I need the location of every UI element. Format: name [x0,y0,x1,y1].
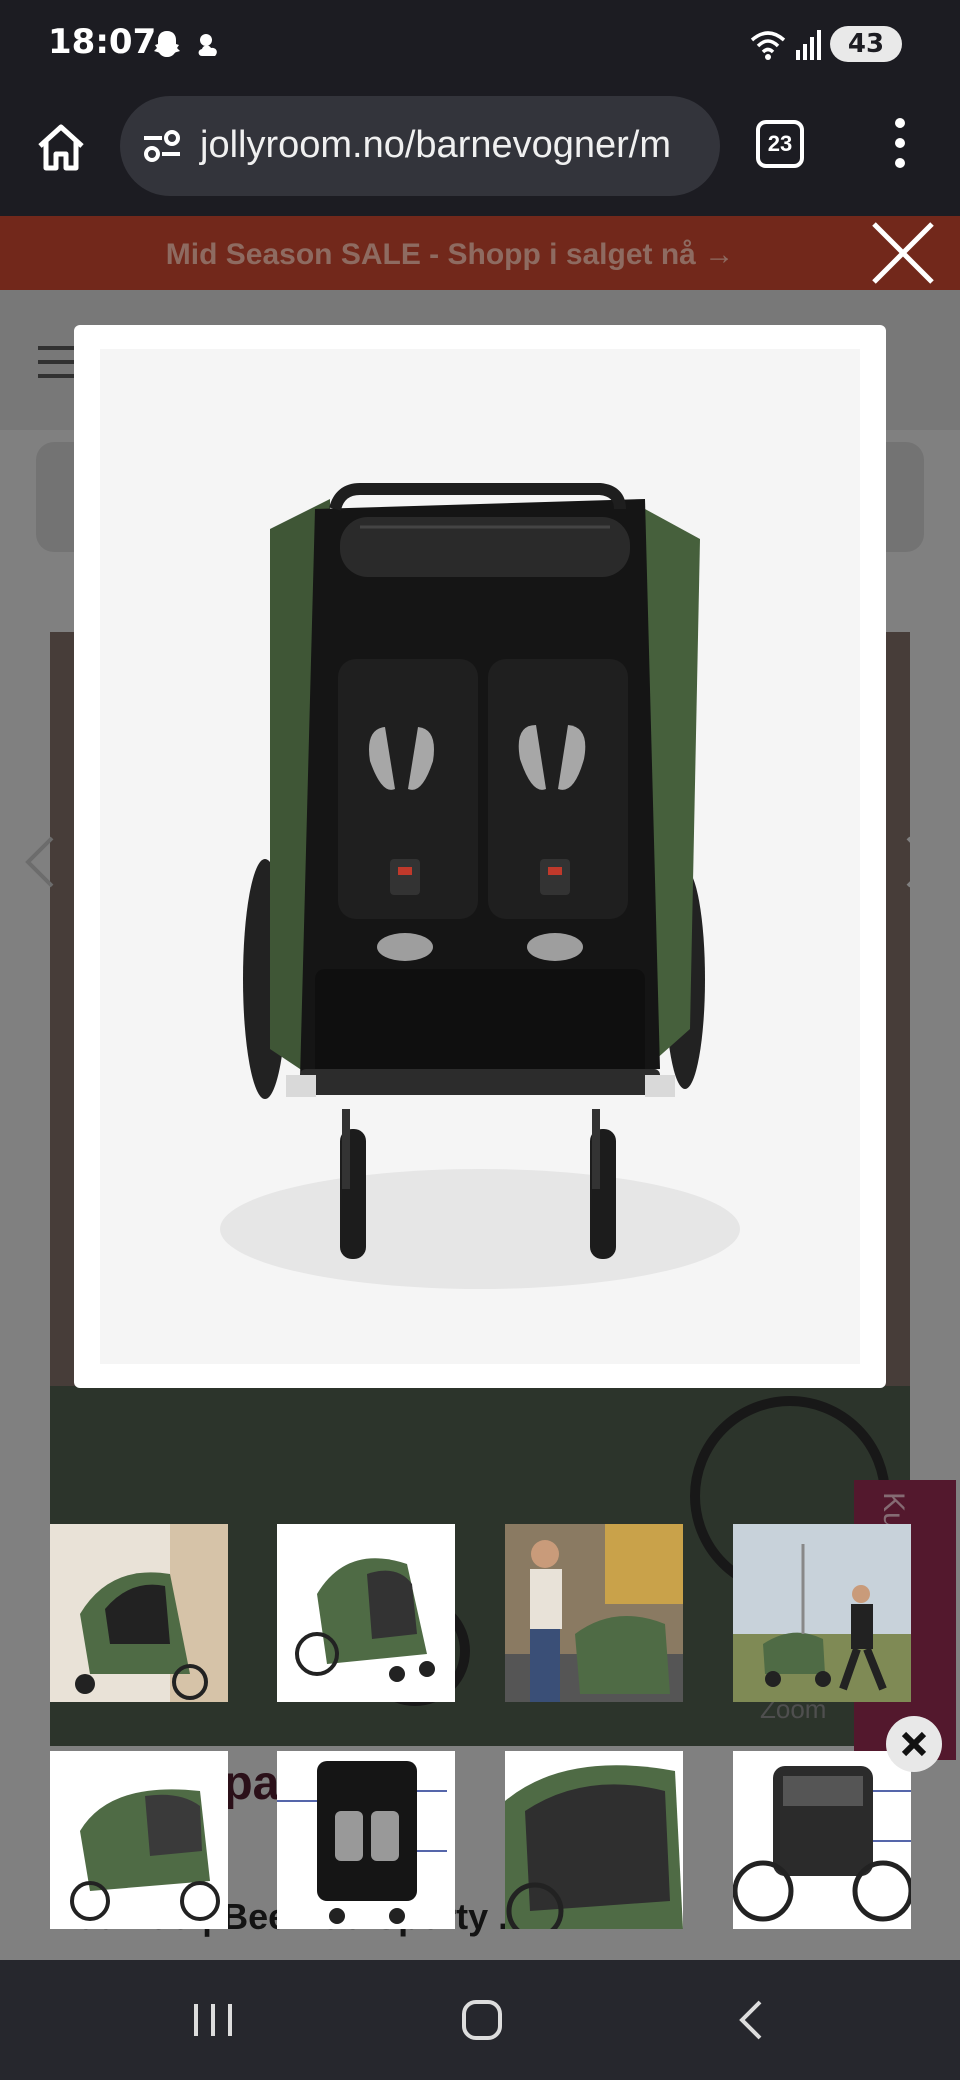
snapchat-icon [154,31,180,57]
home-nav-icon[interactable] [460,1998,504,2042]
address-bar[interactable]: jollyroom.no/barnevogner/m [120,96,720,196]
thumbnail-4[interactable] [733,1524,911,1702]
browser-toolbar: jollyroom.no/barnevogner/m 23 [0,90,960,216]
url-text[interactable]: jollyroom.no/barnevogner/m [200,124,671,167]
battery-level: 43 [847,29,885,59]
thumbnail-7[interactable] [505,1751,683,1929]
close-icon [901,1731,927,1757]
thumbnail-3[interactable] [505,1524,683,1702]
double-stroller-image [220,483,740,1289]
more-icon[interactable] [888,118,912,170]
status-time: 18:07 [48,22,157,62]
image-lightbox [74,325,886,1388]
gallery-close-button[interactable] [886,1716,942,1772]
back-nav-icon[interactable] [736,1998,766,2042]
recent-apps-icon[interactable] [190,2000,236,2040]
signal-icon [796,30,821,60]
tab-switcher-button[interactable]: 23 [756,120,804,168]
thumbnail-6[interactable] [277,1751,455,1929]
thumbnail-1[interactable] [50,1524,228,1702]
status-bar: 18:07 43 [0,0,960,90]
tab-count: 23 [767,131,793,156]
wifi-icon [750,31,786,60]
lightbox-image[interactable] [100,349,860,1364]
thumbnail-2[interactable] [277,1524,455,1702]
system-navigation-bar [0,1960,960,2080]
thumbnail-5[interactable] [50,1751,228,1929]
home-icon[interactable] [34,120,88,174]
weather-icon [198,34,217,56]
battery-icon: 43 [830,26,902,62]
thumbnail-8[interactable] [733,1751,911,1929]
close-icon[interactable] [866,216,940,290]
site-settings-icon[interactable] [140,126,184,166]
